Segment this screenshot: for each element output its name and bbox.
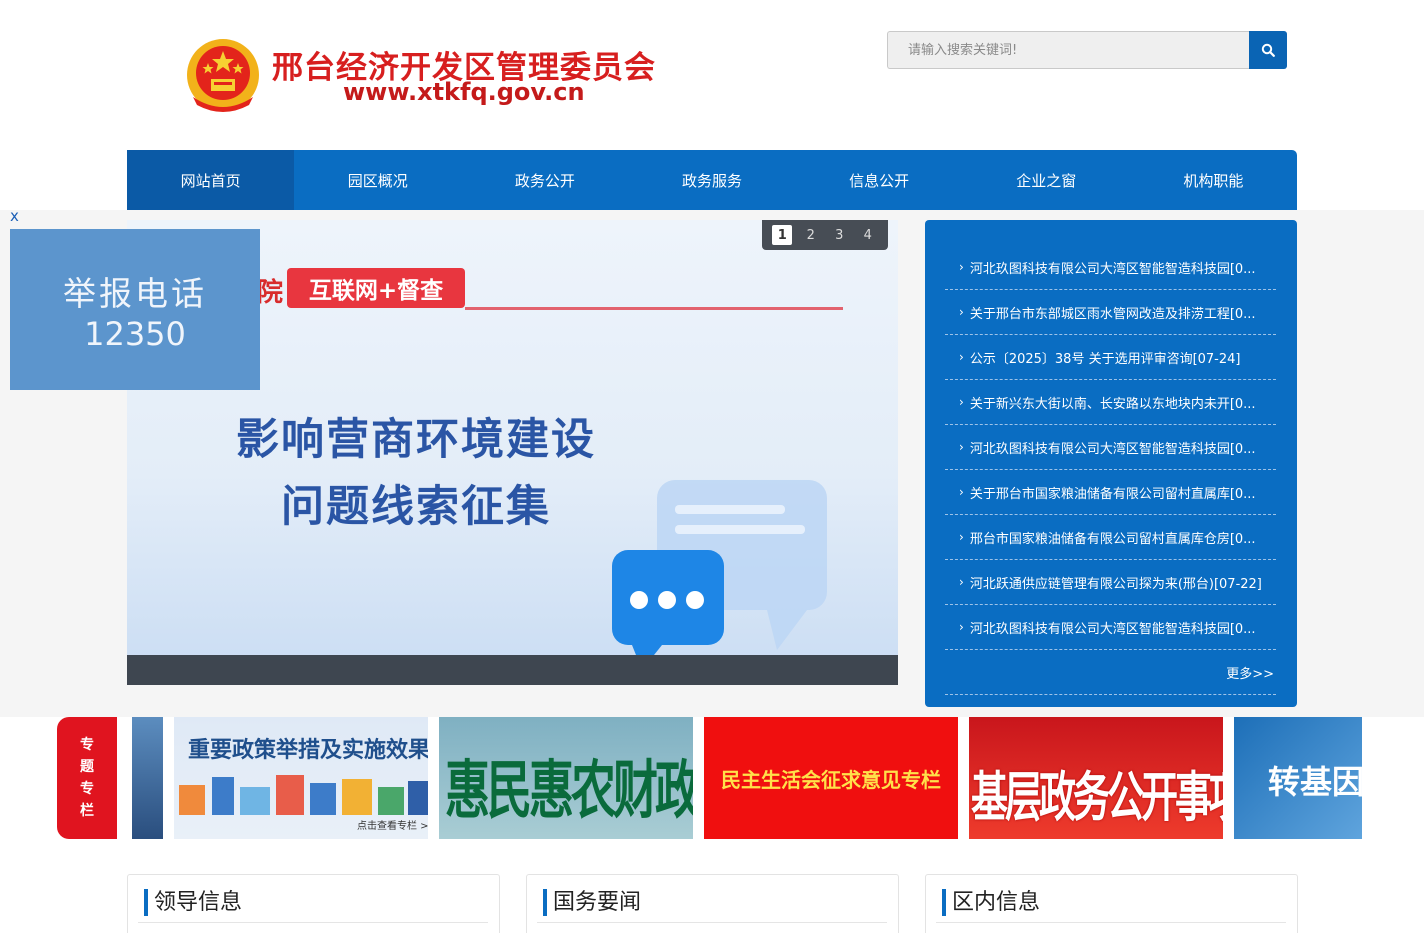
slide-divider	[465, 307, 843, 310]
news-item[interactable]: › 邢台市国家粮油储备有限公司留村直属库仓房[0...	[945, 515, 1276, 560]
news-more-link[interactable]: 更多>>	[945, 650, 1276, 695]
topic-banner-partial-left[interactable]	[132, 717, 163, 839]
section-title[interactable]: 领导信息	[144, 889, 242, 916]
slider-page-3[interactable]: 3	[829, 225, 849, 245]
chevron-right-icon: ›	[959, 395, 964, 409]
float-ad-close-button[interactable]: x	[10, 207, 19, 225]
chevron-right-icon: ›	[959, 485, 964, 499]
slide-headline-1: 影响营商环境建设	[236, 415, 596, 465]
news-item[interactable]: › 公示〔2025〕38号 关于选用评审咨询[07-24]	[945, 335, 1276, 380]
section-state-council-news: 国务要闻	[526, 874, 899, 933]
topic-banner-subsidies[interactable]: 惠民惠农财政补贴	[439, 717, 693, 839]
news-item[interactable]: › 河北玖图科技有限公司大湾区智能智造科技园[0...	[945, 425, 1276, 470]
section-divider	[537, 922, 887, 923]
search-button[interactable]	[1249, 31, 1287, 69]
city-illustration-icon	[179, 775, 428, 815]
news-item[interactable]: › 河北跃通供应链管理有限公司探为来(邢台)[07-22]	[945, 560, 1276, 605]
nav-item-government-affairs[interactable]: 政务公开	[461, 150, 628, 210]
national-emblem-logo[interactable]	[183, 35, 263, 115]
news-item-title: 关于邢台市东部城区雨水管网改造及排涝工程[0...	[969, 306, 1256, 322]
topic-tab-char: 专	[80, 737, 94, 753]
chevron-right-icon: ›	[959, 305, 964, 319]
news-item[interactable]: › 关于邢台市东部城区雨水管网改造及排涝工程[0...	[945, 290, 1276, 335]
site-url: www.xtkfq.gov.cn	[343, 78, 585, 106]
chat-bubble-icon	[612, 480, 827, 670]
news-item-title: 河北玖图科技有限公司大湾区智能智造科技园[0...	[969, 621, 1256, 637]
chevron-right-icon: ›	[959, 620, 964, 634]
news-item[interactable]: › 河北玖图科技有限公司大湾区智能智造科技园[0...	[945, 605, 1276, 650]
main-nav: 网站首页 园区概况 政务公开 政务服务 信息公开 企业之窗 机构职能	[127, 150, 1297, 210]
slider-page-1[interactable]: 1	[772, 225, 793, 245]
slider-page-4[interactable]: 4	[858, 225, 878, 245]
topic-tab-char: 题	[80, 759, 94, 775]
topic-banner-title: 基层政务公开事项目录	[971, 766, 1223, 829]
float-ad-phone: 12350	[84, 315, 186, 353]
search-box	[887, 31, 1287, 69]
nav-item-information-disclosure[interactable]: 信息公开	[796, 150, 963, 210]
news-item[interactable]: › 河北玖图科技有限公司大湾区智能智造科技园[0...	[945, 245, 1276, 290]
nav-item-enterprise-window[interactable]: 企业之窗	[963, 150, 1130, 210]
topic-banner-strip: 重要政策举措及实施效果 点击查看专栏 >> 惠民惠农财政补贴 民主生活会征求意见…	[132, 717, 1362, 839]
topic-banner-democratic-life[interactable]: 民主生活会征求意见专栏	[704, 717, 958, 839]
nav-item-government-services[interactable]: 政务服务	[628, 150, 795, 210]
news-list: › 河北玖图科技有限公司大湾区智能智造科技园[0... › 关于邢台市东部城区雨水管…	[945, 245, 1276, 695]
news-item-title: 公示〔2025〕38号 关于选用评审咨询[07-24]	[969, 351, 1241, 367]
slide-caption-bar	[127, 655, 898, 685]
news-item-title: 河北玖图科技有限公司大湾区智能智造科技园[0...	[969, 261, 1256, 277]
chevron-right-icon: ›	[959, 440, 964, 454]
nav-item-home[interactable]: 网站首页	[127, 150, 295, 210]
section-divider	[936, 922, 1286, 923]
slider-pager: 1 2 3 4	[762, 220, 888, 250]
search-input[interactable]	[887, 31, 1249, 69]
section-district-info: 区内信息	[925, 874, 1298, 933]
chevron-right-icon: ›	[959, 575, 964, 589]
news-item[interactable]: › 关于邢台市国家粮油储备有限公司留村直属库[0...	[945, 470, 1276, 515]
chevron-right-icon: ›	[959, 530, 964, 544]
slide-tag-prefix: 院	[257, 278, 284, 308]
news-panel: › 河北玖图科技有限公司大湾区智能智造科技园[0... › 关于邢台市东部城区雨水管…	[925, 220, 1297, 707]
page: 邢台经济开发区管理委员会 www.xtkfq.gov.cn 网站首页 园区概况 …	[0, 0, 1424, 933]
slider-page-2[interactable]: 2	[801, 225, 821, 245]
topic-banner-grassroots-catalog[interactable]: 基层政务公开事项目录	[969, 717, 1223, 839]
slide-tag: 互联网+督查	[287, 268, 465, 308]
topic-banner-title: 转基因标	[1268, 763, 1362, 801]
news-item-title: 邢台市国家粮油储备有限公司留村直属库仓房[0...	[969, 531, 1256, 547]
topic-tab-char: 专	[80, 781, 94, 797]
topic-banner-policy-measures[interactable]: 重要政策举措及实施效果 点击查看专栏 >>	[174, 717, 428, 839]
news-item-title: 河北玖图科技有限公司大湾区智能智造科技园[0...	[969, 441, 1256, 457]
float-ad-title: 举报电话	[63, 274, 207, 313]
topic-banner-title: 重要政策举措及实施效果	[188, 737, 428, 763]
topic-banner-subtitle: 点击查看专栏 >>	[357, 821, 428, 832]
report-hotline-float-ad[interactable]: 举报电话 12350	[10, 229, 260, 390]
chevron-right-icon: ›	[959, 350, 964, 364]
section-title[interactable]: 区内信息	[942, 889, 1040, 916]
search-icon	[1261, 43, 1275, 57]
topic-banner-gmo[interactable]: 转基因标	[1234, 717, 1362, 839]
topic-column-tab: 专 题 专 栏	[57, 717, 117, 839]
news-item-title: 关于邢台市国家粮油储备有限公司留村直属库[0...	[969, 486, 1256, 502]
news-item[interactable]: › 关于新兴东大街以南、长安路以东地块内未开[0...	[945, 380, 1276, 425]
section-leadership-info: 领导信息	[127, 874, 500, 933]
chevron-right-icon: ›	[959, 260, 964, 274]
section-title[interactable]: 国务要闻	[543, 889, 641, 916]
news-item-title: 河北跃通供应链管理有限公司探为来(邢台)[07-22]	[969, 576, 1262, 592]
topic-banner-title: 惠民惠农财政补贴	[445, 753, 693, 828]
news-item-title: 关于新兴东大街以南、长安路以东地块内未开[0...	[969, 396, 1256, 412]
nav-item-functions[interactable]: 机构职能	[1130, 150, 1297, 210]
topic-tab-char: 栏	[80, 803, 94, 819]
nav-item-park-overview[interactable]: 园区概况	[294, 150, 461, 210]
section-divider	[138, 922, 488, 923]
topic-banner-title: 民主生活会征求意见专栏	[721, 767, 941, 792]
